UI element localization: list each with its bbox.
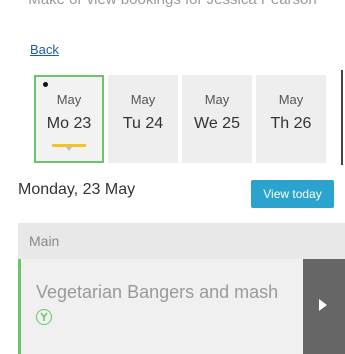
day-selector: May Mo 23 May Tu 24 May We 25 May Th 26 — [18, 73, 345, 165]
meal-name: Vegetarian Bangers and mash — [36, 282, 279, 302]
day-card-tu-24[interactable]: May Tu 24 — [108, 75, 178, 163]
meal-accent-bar — [18, 259, 21, 354]
scrollbar[interactable] — [341, 70, 343, 165]
day-card-mo-23[interactable]: May Mo 23 — [34, 75, 104, 163]
selected-date-heading: Monday, 23 May — [18, 181, 136, 198]
day-month: May — [278, 92, 304, 107]
meal-card[interactable]: Vegetarian Bangers and mash — [18, 259, 345, 354]
day-label: Th 26 — [270, 115, 312, 132]
day-card-th-26[interactable]: May Th 26 — [256, 75, 326, 163]
day-label: Tu 24 — [122, 115, 164, 132]
day-month: May — [130, 92, 156, 107]
day-month: May — [56, 92, 82, 107]
section-title: Main — [29, 233, 60, 249]
play-arrow-icon — [319, 299, 327, 311]
vegetarian-icon — [36, 309, 52, 325]
meal-details-button[interactable] — [303, 259, 345, 354]
intro-text: Make or view bookings for Jessica Pearso… — [0, 0, 345, 8]
day-label: We 25 — [194, 115, 240, 132]
view-today-button[interactable]: View today — [251, 180, 334, 208]
day-month: May — [204, 92, 230, 107]
back-link[interactable]: Back — [30, 42, 59, 57]
booked-indicator — [43, 82, 48, 87]
day-card-we-25[interactable]: May We 25 — [182, 75, 252, 163]
day-label: Mo 23 — [46, 115, 92, 132]
caret-down-icon — [66, 147, 72, 151]
section-header-main: Main — [18, 223, 345, 259]
